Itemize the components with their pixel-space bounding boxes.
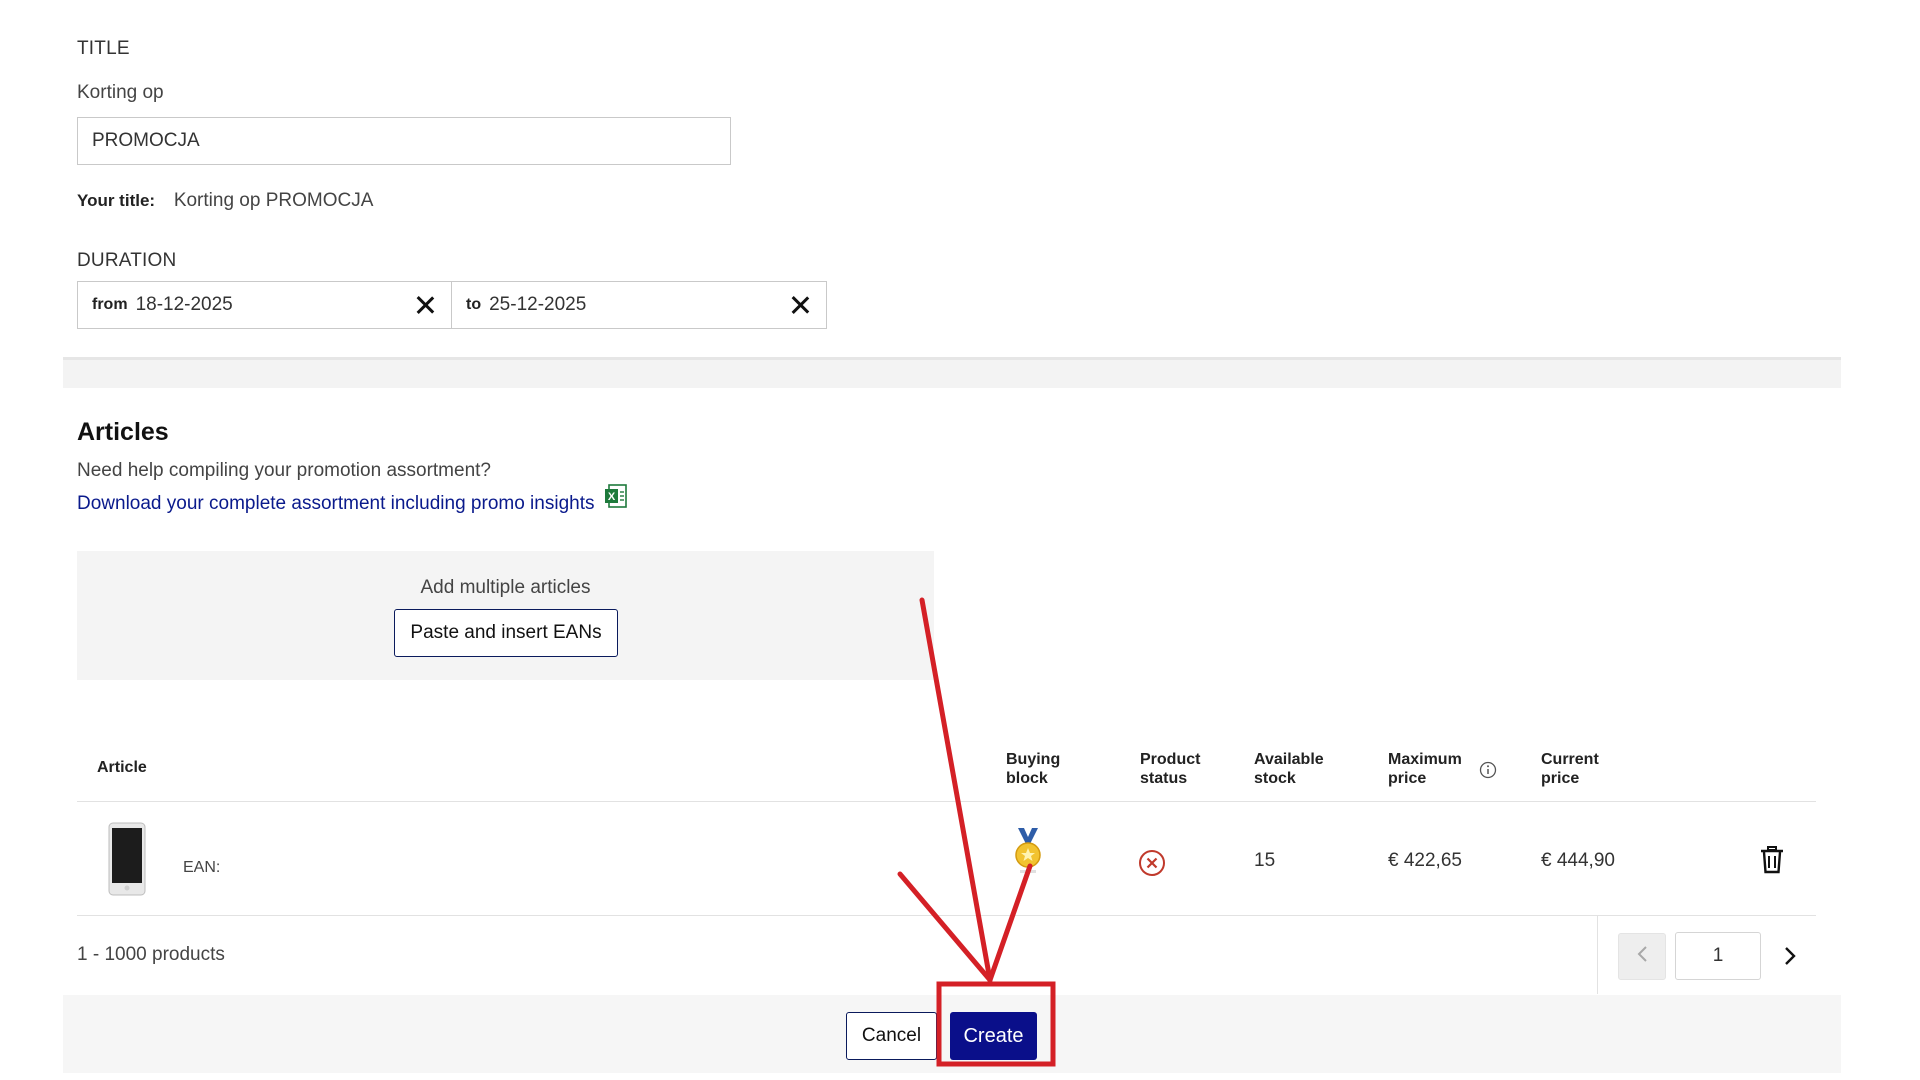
annotation-highlight-box	[936, 981, 1056, 1067]
annotation-arrow-right-head	[987, 863, 1033, 983]
annotation-arrow-left-head	[897, 871, 993, 983]
annotation-overlay	[897, 597, 1056, 1067]
annotation-arrow-main	[919, 597, 993, 983]
